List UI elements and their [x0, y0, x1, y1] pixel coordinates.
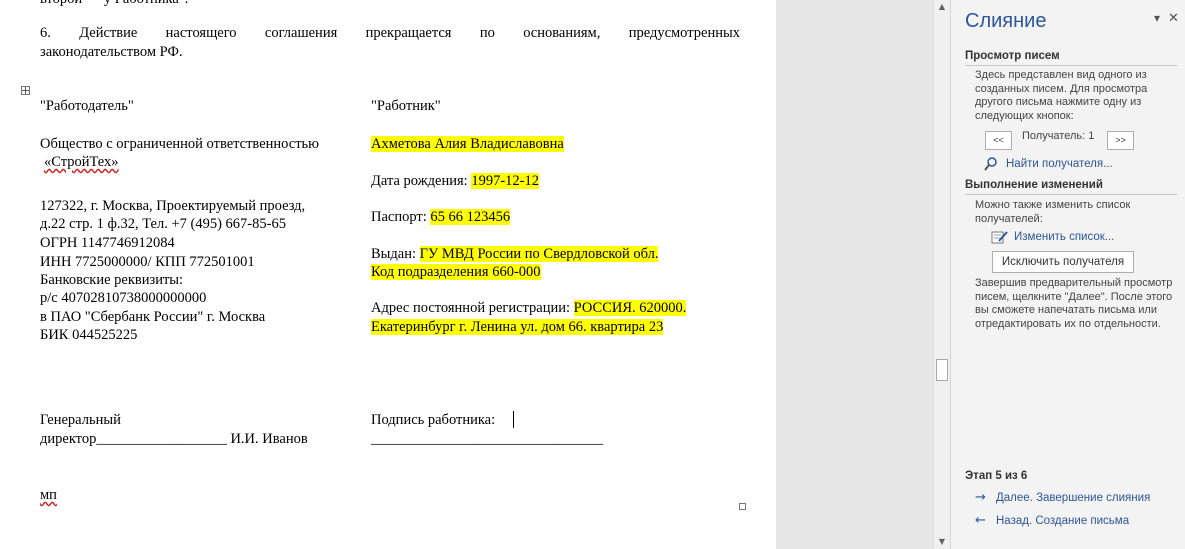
mail-merge-pane: Слияние ▾ ✕ Просмотр писем Здесь предста…	[950, 0, 1185, 549]
previous-recipient-button[interactable]: <<	[985, 131, 1012, 150]
birth-label: Дата рождения:	[371, 173, 472, 189]
find-recipient-link[interactable]: Найти получателя...	[1006, 158, 1113, 170]
pane-close-icon[interactable]: ✕	[1168, 10, 1179, 26]
merge-field-full-name: Ахметова Алия Владиславовна	[371, 136, 564, 152]
employer-company-name: «СтройТех»	[44, 154, 119, 170]
employer-heading: "Работодатель"	[40, 98, 134, 114]
next-arrow-icon[interactable]: →	[975, 490, 986, 505]
merge-field-issued-by: ГУ МВД России по Свердловской обл.	[419, 246, 659, 262]
employer-address-line-1: 127322, г. Москва, Проектируемый проезд,	[40, 198, 306, 214]
employer-address-line-2: д.22 стр. 1 ф.32, Тел. +7 (495) 667-85-6…	[40, 216, 286, 232]
merge-field-passport: 65 66 123456	[430, 209, 511, 225]
document-page[interactable]: второй — у Работника". 6. Действие настоящ…	[0, 0, 776, 549]
document-gray-margin	[776, 0, 933, 549]
employer-name-line-2: «СтройТех»	[44, 153, 119, 171]
employer-bank: в ПАО "Сбербанк России" г. Москва	[40, 309, 266, 325]
scroll-thumb[interactable]	[936, 359, 948, 381]
director-signature-line: директор__________________ И.И. Иванов	[40, 431, 308, 447]
address-label: Адрес постоянной регистрации:	[371, 300, 574, 316]
employee-signature-label: Подпись работника:	[371, 412, 496, 428]
edit-recipient-list-link[interactable]: Изменить список...	[1014, 231, 1114, 243]
merge-field-address-2: Екатеринбург г. Ленина ул. дом 66. кварт…	[371, 319, 664, 335]
employee-signature-line: ________________________________	[371, 431, 603, 447]
preview-section-heading: Просмотр писем	[965, 50, 1060, 62]
employer-account: р/с 40702810738000000000	[40, 290, 207, 306]
next-recipient-button[interactable]: >>	[1107, 131, 1134, 150]
employee-heading: "Работник"	[371, 98, 441, 114]
table-resize-handle-icon[interactable]	[739, 503, 746, 510]
clause-6-word: настоящего	[165, 25, 237, 41]
stamp-text: мп	[40, 487, 57, 503]
employee-birth-date: Дата рождения: 1997-12-12	[371, 172, 540, 190]
scroll-down-icon[interactable]: ▼	[934, 535, 950, 549]
employer-inn-kpp: ИНН 7725000000/ КПП 772501001	[40, 254, 255, 270]
back-arrow-icon[interactable]: ←	[975, 513, 986, 528]
clause-6-line-1: 6. Действие настоящего соглашения прекращает…	[40, 24, 740, 42]
vertical-scrollbar[interactable]: ▲ ▼	[933, 0, 950, 549]
changes-description: Можно также изменить список получателей:	[975, 199, 1131, 225]
scroll-up-icon[interactable]: ▲	[934, 0, 950, 14]
merge-field-dept-code: Код подразделения 660-000	[371, 264, 541, 280]
pane-title: Слияние	[965, 10, 1047, 32]
next-step-link[interactable]: Далее. Завершение слияния	[996, 492, 1150, 504]
employee-dept-code: Код подразделения 660-000	[371, 263, 541, 281]
changes-section-divider	[965, 194, 1177, 195]
preview-description: Здесь представлен вид одного из созданны…	[975, 69, 1148, 122]
find-recipient-icon	[984, 157, 997, 171]
pane-options-chevron-icon[interactable]: ▾	[1154, 11, 1160, 25]
issued-label: Выдан:	[371, 246, 420, 262]
employee-address-line-2: Екатеринбург г. Ленина ул. дом 66. кварт…	[371, 318, 664, 336]
clause-6-word: предусмотренных	[628, 25, 740, 41]
preview-section-divider	[965, 65, 1177, 66]
edit-list-icon	[991, 231, 1008, 244]
wizard-step-indicator: Этап 5 из 6	[965, 470, 1028, 482]
changes-section-heading: Выполнение изменений	[965, 179, 1103, 191]
clause-6-word: прекращается	[365, 25, 452, 41]
clause-6-word: соглашения	[264, 25, 338, 41]
director-title: Генеральный	[40, 412, 121, 428]
employer-bank-details-label: Банковские реквизиты:	[40, 272, 184, 288]
passport-label: Паспорт:	[371, 209, 431, 225]
employee-issued: Выдан: ГУ МВД России по Свердловской обл…	[371, 245, 659, 263]
document-area[interactable]: второй — у Работника". 6. Действие настоящ…	[0, 0, 776, 549]
merge-field-birth-date: 1997-12-12	[471, 173, 540, 189]
employee-passport: Паспорт: 65 66 123456	[371, 208, 511, 226]
merge-field-address-1: РОССИЯ. 620000.	[573, 300, 687, 316]
cut-off-line: второй — у Работника".	[40, 0, 188, 8]
employee-address-line-1: Адрес постоянной регистрации: РОССИЯ. 62…	[371, 299, 687, 317]
employer-name-line-1: Общество с ограниченной ответственностью	[40, 136, 319, 152]
employee-full-name: Ахметова Алия Владиславовна	[371, 135, 564, 153]
clause-6-word: Действие	[79, 25, 138, 41]
clause-6-word: по	[479, 25, 495, 41]
exclude-recipient-button[interactable]: Исключить получателя	[992, 251, 1134, 273]
employer-bik: БИК 044525225	[40, 327, 138, 343]
text-cursor	[513, 411, 514, 428]
recipient-counter: Получатель: 1	[1022, 130, 1095, 142]
table-move-handle-icon[interactable]	[21, 86, 30, 95]
finish-description: Завершив предварительный просмотр писем,…	[975, 277, 1173, 330]
clause-6-line-2: законодательством РФ.	[40, 44, 183, 60]
clause-6-word: основаниям,	[523, 25, 601, 41]
previous-step-link[interactable]: Назад. Создание письма	[996, 515, 1129, 527]
clause-6-word: 6.	[40, 25, 51, 41]
stamp-mark: мп	[40, 486, 57, 504]
employer-ogrn: ОГРН 1147746912084	[40, 235, 175, 251]
